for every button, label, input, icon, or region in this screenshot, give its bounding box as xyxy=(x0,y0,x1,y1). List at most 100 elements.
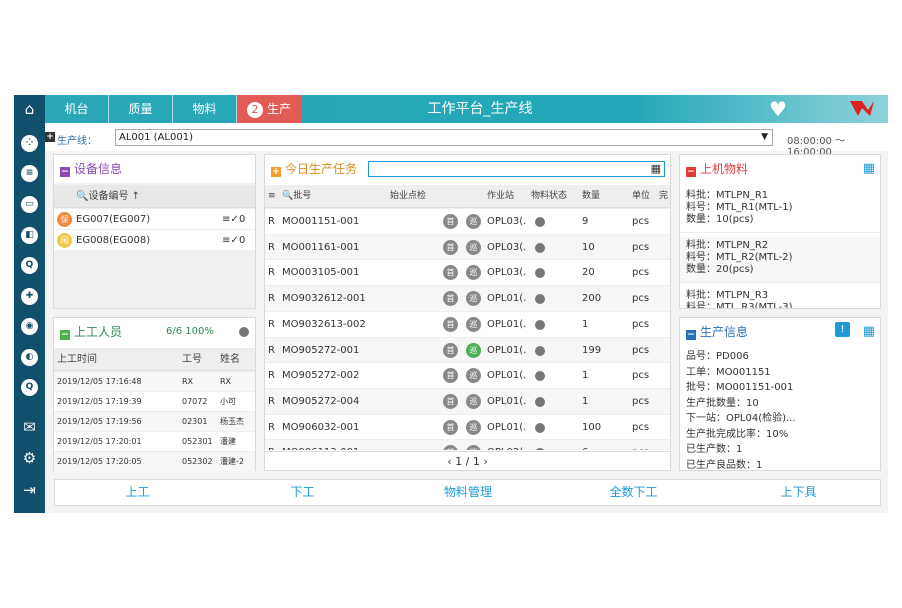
unit: pcs xyxy=(632,370,650,382)
quantity: 9 xyxy=(582,216,589,227)
task-flag: R xyxy=(268,395,275,407)
first-inspection-button[interactable]: 首 xyxy=(443,368,458,384)
lot-number: MO906032-001 xyxy=(282,421,360,433)
first-inspection-button[interactable]: 首 xyxy=(443,214,458,229)
task-row[interactable]: R MO001161-001 首巡 OPL03(... 10 pcs xyxy=(265,233,670,260)
employee-id: 052301 xyxy=(182,437,213,446)
staff-row[interactable]: 2019/12/05 17:19:39 07072 小可 xyxy=(54,391,255,411)
equipment-row[interactable]: 闲 EG008(EG008) ≡✓ 0 xyxy=(54,229,255,250)
first-inspection-button[interactable]: 首 xyxy=(443,445,458,450)
work-station: OPL01(... xyxy=(487,344,527,356)
list-icon[interactable]: ≡ xyxy=(20,161,39,182)
tab-material[interactable]: 物料 xyxy=(173,95,237,123)
top-bar: 机台 质量 物料 2 生产 工作平台_生产线 ♥ xyxy=(45,95,888,123)
task-row[interactable]: R MO001151-001 首巡 OPL03(... 9 pcs xyxy=(265,208,670,234)
staff-header: − 上工人员 6/6 100% xyxy=(54,318,255,346)
equipment-column-header[interactable]: 🔍设备编号 ↑ xyxy=(54,185,255,208)
home-icon[interactable]: ⌂ xyxy=(20,100,39,119)
work-station: OPL01(... xyxy=(487,370,527,382)
material-management-button[interactable]: 物料管理 xyxy=(385,480,551,505)
staff-panel: − 上工人员 6/6 100% 上工时间 工号 姓名 2019/12/05 17:1… xyxy=(53,317,256,471)
patrol-inspection-button[interactable]: 巡 xyxy=(466,445,481,450)
all-clock-out-button[interactable]: 全数下工 xyxy=(551,480,716,505)
clock-in-time: 2019/12/05 17:20:05 xyxy=(57,457,142,466)
patrol-inspection-button[interactable]: 巡 xyxy=(466,265,481,281)
tab-production[interactable]: 2 生产 xyxy=(237,95,301,123)
task-flag: R xyxy=(268,293,275,305)
patrol-inspection-button[interactable]: 巡 xyxy=(466,214,481,229)
material-item[interactable]: 料批：MTLPN_R1 料号：MTL_R1(MTL-1) 数量：10(pcs) xyxy=(680,187,880,233)
sidebar: ⌂ ⁘ ≡ ▭ ◧ Q ✚ ◉ ◐ Q ✉ ⚙ ⇥ xyxy=(14,95,45,513)
patrol-inspection-button[interactable]: 巡 xyxy=(466,342,481,358)
first-inspection-button[interactable]: 首 xyxy=(443,239,458,255)
material-item[interactable]: 料批：MTLPN_R3 料号：MTL_R3(MTL-3) xyxy=(680,287,880,308)
task-row[interactable]: R MO905272-002 首巡 OPL01(... 1 pcs xyxy=(265,362,670,388)
work-station: OPL01(... xyxy=(487,395,527,407)
next-station[interactable]: 下一站：OPL04(检验)... xyxy=(686,413,796,425)
search-report-icon[interactable]: Q xyxy=(20,375,39,396)
task-search-input[interactable]: ▦ xyxy=(368,161,665,177)
first-inspection-button[interactable]: 首 xyxy=(443,316,458,332)
machine-icon[interactable]: ◉ xyxy=(20,314,39,335)
patrol-inspection-button[interactable]: 巡 xyxy=(466,316,481,332)
first-inspection-button[interactable]: 首 xyxy=(443,393,458,409)
task-row[interactable]: R MO9032612-001 首巡 OPL01(... 200 pcs xyxy=(265,285,670,312)
tab-quality[interactable]: 质量 xyxy=(109,95,173,123)
collapse-icon[interactable]: + xyxy=(45,132,55,142)
patrol-inspection-button[interactable]: 巡 xyxy=(466,368,481,384)
task-row[interactable]: R MO905272-001 首巡 OPL01(... 199 pcs xyxy=(265,336,670,363)
materials-panel: − 上机物料 ▦ 料批：MTLPN_R1 料号：MTL_R1(MTL-1) 数量：10(… xyxy=(679,154,881,309)
tablet-icon[interactable]: ▭ xyxy=(20,192,39,213)
logout-icon[interactable]: ⇥ xyxy=(20,481,39,500)
unit: pcs xyxy=(632,267,650,279)
patrol-inspection-button[interactable]: 巡 xyxy=(466,291,481,307)
work-station: OPL03(... xyxy=(487,267,527,279)
first-inspection-button[interactable]: 首 xyxy=(443,342,458,358)
work-order: 工单：MO001151 xyxy=(686,366,771,378)
staff-row[interactable]: 2019/12/05 17:20:05 052302 潘建-2 xyxy=(54,451,255,471)
dashboard-icon[interactable]: ⁘ xyxy=(20,131,39,152)
query-icon[interactable]: Q xyxy=(20,253,39,274)
tab-machine[interactable]: 机台 xyxy=(45,95,109,123)
gear-icon[interactable]: ⚙ xyxy=(20,449,39,468)
task-row[interactable]: R MO003105-001 首巡 OPL03(... 20 pcs xyxy=(265,259,670,285)
lot-number: MO9032613-002 xyxy=(282,318,366,330)
document-icon[interactable]: ◧ xyxy=(20,223,39,244)
task-row[interactable]: R MO906032-001 首巡 OPL01(... 100 pcs xyxy=(265,413,670,440)
first-inspection-button[interactable]: 首 xyxy=(443,419,458,435)
unit: pcs xyxy=(632,216,650,227)
checklist-icon[interactable]: ≡✓ xyxy=(222,209,239,230)
patrol-inspection-button[interactable]: 巡 xyxy=(466,419,481,435)
tooling-button[interactable]: 上下具 xyxy=(716,480,881,505)
first-inspection-button[interactable]: 首 xyxy=(443,265,458,281)
status-avatar: 保 xyxy=(57,212,72,227)
checklist-icon[interactable]: ≡✓ xyxy=(222,230,239,251)
qr-code-icon[interactable]: ▦ xyxy=(651,162,661,176)
grid-view-icon[interactable]: ▦ xyxy=(863,155,875,183)
mail-icon[interactable]: ✉ xyxy=(20,418,39,437)
equipment-row[interactable]: 保 EG007(EG007) ≡✓ 0 xyxy=(54,208,255,229)
clock-out-button[interactable]: 下工 xyxy=(220,480,385,505)
patrol-inspection-button[interactable]: 巡 xyxy=(466,393,481,409)
material-status-dot xyxy=(535,319,545,330)
task-row[interactable]: R MO905272-004 首巡 OPL01(... 1 pcs xyxy=(265,387,670,414)
globe-icon[interactable]: ◐ xyxy=(20,345,39,366)
work-station: OPL03(... xyxy=(487,216,527,227)
task-row[interactable]: R MO9032613-002 首巡 OPL01(... 1 pcs xyxy=(265,310,670,337)
next-page-icon[interactable]: › xyxy=(483,455,487,468)
first-inspection-button[interactable]: 首 xyxy=(443,291,458,307)
settings-grid-icon[interactable]: ✚ xyxy=(20,284,39,305)
patrol-inspection-button[interactable]: 巡 xyxy=(466,239,481,255)
task-row[interactable]: R MO906113-001 首 巡 OPL02(... 6 pcs xyxy=(265,439,670,450)
heart-icon[interactable]: ♥ xyxy=(769,97,787,121)
clock-in-button[interactable]: 上工 xyxy=(55,480,220,505)
prev-page-icon[interactable]: ‹ xyxy=(447,455,451,468)
unit: pcs xyxy=(632,421,650,433)
alert-icon[interactable]: ! xyxy=(835,322,850,337)
grid-view-icon[interactable]: ▦ xyxy=(863,318,875,346)
production-line-select[interactable]: AL001 (AL001) ▼ xyxy=(115,129,773,146)
staff-row[interactable]: 2019/12/05 17:19:56 02301 杨玉杰 xyxy=(54,411,255,431)
staff-row[interactable]: 2019/12/05 17:20:01 052301 潘建 xyxy=(54,431,255,451)
staff-row[interactable]: 2019/12/05 17:16:48 RX RX xyxy=(54,371,255,391)
material-item[interactable]: 料批：MTLPN_R2 料号：MTL_R2(MTL-2) 数量：20(pcs) xyxy=(680,237,880,283)
